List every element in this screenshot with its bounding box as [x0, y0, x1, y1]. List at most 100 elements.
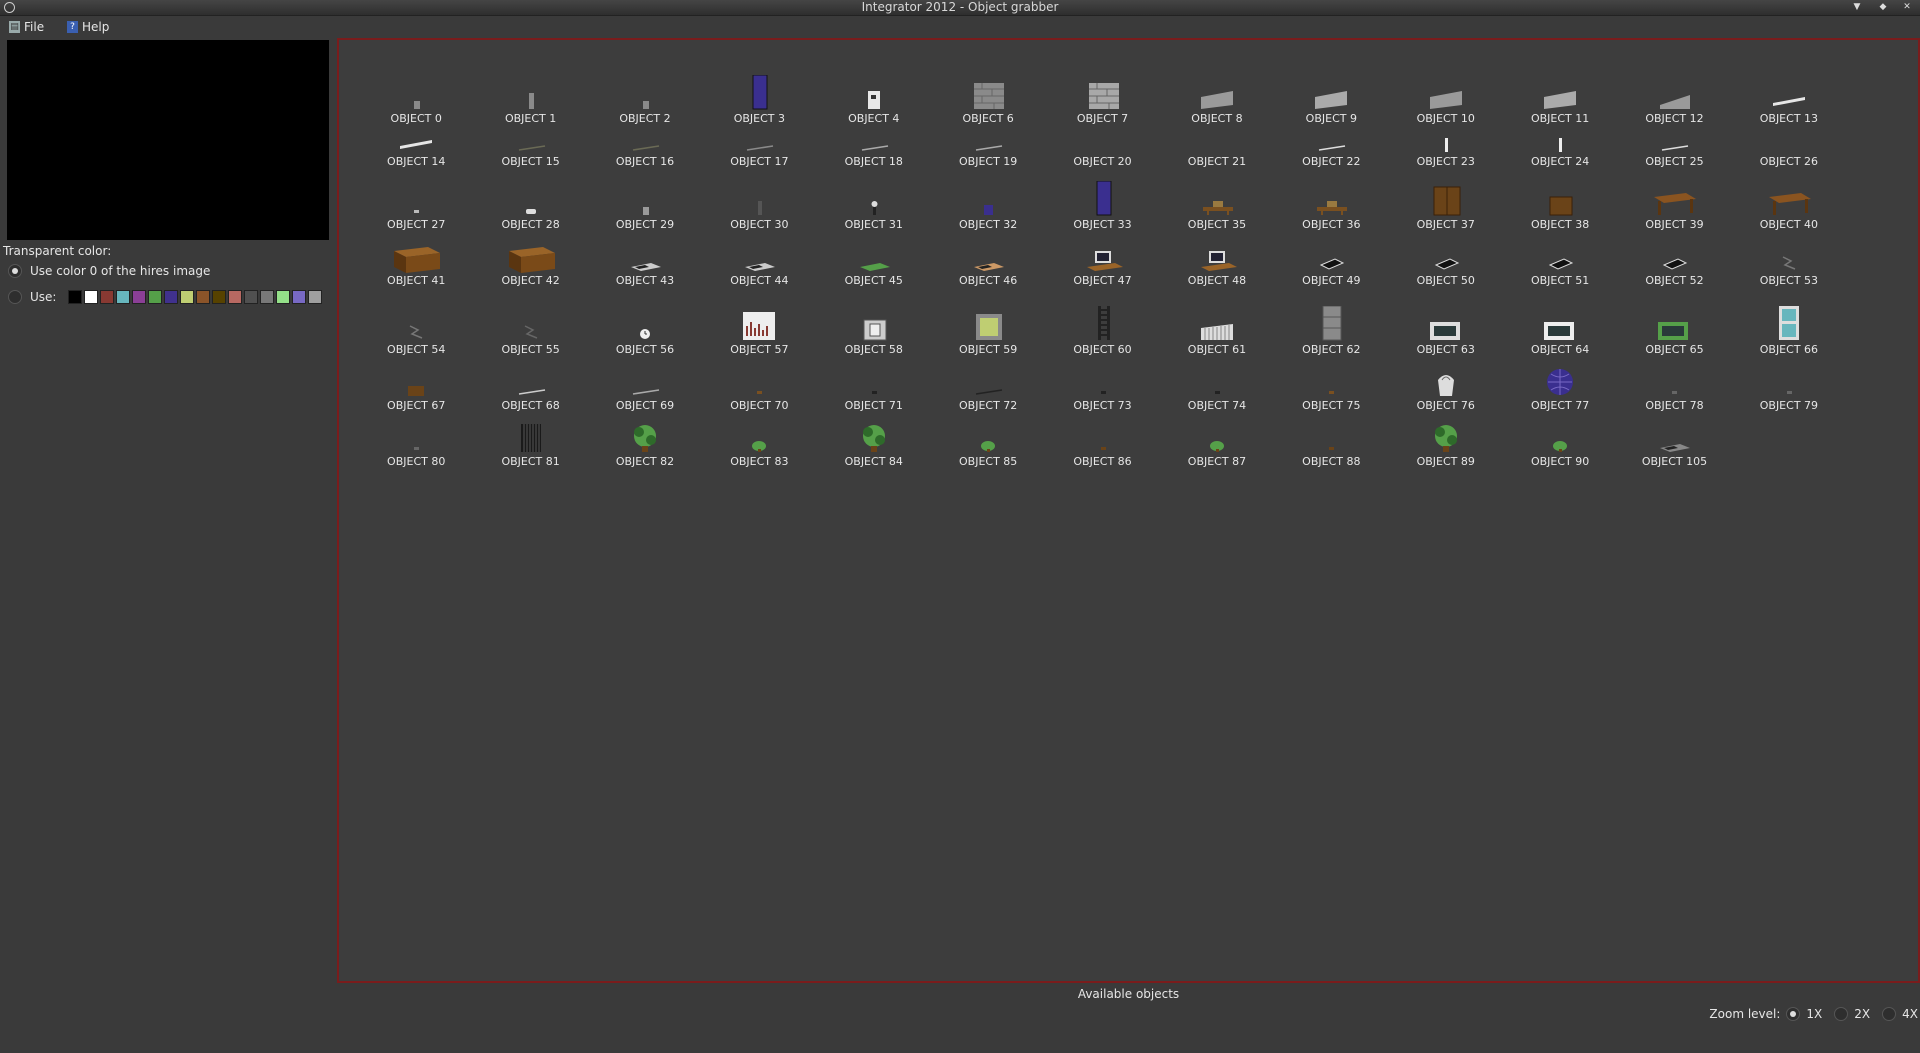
- object-item[interactable]: OBJECT 4: [817, 48, 931, 126]
- object-item[interactable]: OBJECT 44: [702, 232, 816, 288]
- zoom-radio-4x[interactable]: [1882, 1007, 1897, 1021]
- object-item[interactable]: OBJECT 42: [473, 232, 587, 288]
- palette-swatch-7[interactable]: [180, 290, 195, 304]
- object-item[interactable]: OBJECT 37: [1389, 169, 1503, 232]
- zoom-option-1x[interactable]: 1X: [1806, 1007, 1822, 1021]
- palette-swatch-13[interactable]: [276, 290, 291, 304]
- palette-swatch-6[interactable]: [164, 290, 179, 304]
- object-item[interactable]: OBJECT 0: [359, 48, 473, 126]
- object-item[interactable]: OBJECT 54: [359, 288, 473, 357]
- object-item[interactable]: OBJECT 60: [1045, 288, 1159, 357]
- object-item[interactable]: OBJECT 58: [817, 288, 931, 357]
- object-item[interactable]: OBJECT 47: [1045, 232, 1159, 288]
- object-item[interactable]: OBJECT 3: [702, 48, 816, 126]
- object-item[interactable]: OBJECT 105: [1617, 413, 1731, 469]
- object-item[interactable]: OBJECT 16: [588, 126, 702, 169]
- object-item[interactable]: OBJECT 45: [817, 232, 931, 288]
- object-item[interactable]: OBJECT 12: [1617, 48, 1731, 126]
- object-item[interactable]: OBJECT 38: [1503, 169, 1617, 232]
- object-item[interactable]: OBJECT 51: [1503, 232, 1617, 288]
- object-item[interactable]: OBJECT 2: [588, 48, 702, 126]
- object-item[interactable]: OBJECT 90: [1503, 413, 1617, 469]
- object-item[interactable]: OBJECT 76: [1389, 357, 1503, 413]
- object-item[interactable]: OBJECT 6: [931, 48, 1045, 126]
- palette-swatch-5[interactable]: [148, 290, 163, 304]
- object-item[interactable]: OBJECT 48: [1160, 232, 1274, 288]
- palette-swatch-15[interactable]: [308, 290, 323, 304]
- object-item[interactable]: OBJECT 66: [1732, 288, 1846, 357]
- palette-swatch-8[interactable]: [196, 290, 211, 304]
- object-item[interactable]: OBJECT 14: [359, 126, 473, 169]
- object-item[interactable]: OBJECT 10: [1389, 48, 1503, 126]
- object-item[interactable]: OBJECT 59: [931, 288, 1045, 357]
- object-item[interactable]: OBJECT 80: [359, 413, 473, 469]
- object-item[interactable]: OBJECT 24: [1503, 126, 1617, 169]
- object-item[interactable]: OBJECT 8: [1160, 48, 1274, 126]
- object-item[interactable]: OBJECT 17: [702, 126, 816, 169]
- object-item[interactable]: OBJECT 70: [702, 357, 816, 413]
- object-item[interactable]: OBJECT 82: [588, 413, 702, 469]
- object-item[interactable]: OBJECT 13: [1732, 48, 1846, 126]
- object-item[interactable]: OBJECT 46: [931, 232, 1045, 288]
- object-item[interactable]: OBJECT 7: [1045, 48, 1159, 126]
- object-item[interactable]: OBJECT 52: [1617, 232, 1731, 288]
- object-item[interactable]: OBJECT 35: [1160, 169, 1274, 232]
- maximize-icon[interactable]: ◆: [1872, 1, 1894, 13]
- object-item[interactable]: OBJECT 55: [473, 288, 587, 357]
- object-item[interactable]: OBJECT 56: [588, 288, 702, 357]
- transparent-option-hires[interactable]: Use color 0 of the hires image: [8, 264, 210, 278]
- object-item[interactable]: OBJECT 78: [1617, 357, 1731, 413]
- zoom-radio-2x[interactable]: [1834, 1007, 1849, 1021]
- object-item[interactable]: OBJECT 43: [588, 232, 702, 288]
- object-item[interactable]: OBJECT 33: [1045, 169, 1159, 232]
- object-item[interactable]: OBJECT 15: [473, 126, 587, 169]
- object-item[interactable]: OBJECT 77: [1503, 357, 1617, 413]
- object-item[interactable]: OBJECT 79: [1732, 357, 1846, 413]
- object-item[interactable]: OBJECT 89: [1389, 413, 1503, 469]
- object-item[interactable]: OBJECT 83: [702, 413, 816, 469]
- radio-use[interactable]: [8, 290, 22, 304]
- object-item[interactable]: OBJECT 28: [473, 169, 587, 232]
- object-item[interactable]: OBJECT 20: [1045, 126, 1159, 169]
- zoom-option-4x[interactable]: 4X: [1902, 1007, 1918, 1021]
- object-item[interactable]: OBJECT 75: [1274, 357, 1388, 413]
- palette-swatch-12[interactable]: [260, 290, 275, 304]
- object-item[interactable]: OBJECT 71: [817, 357, 931, 413]
- palette-swatch-9[interactable]: [212, 290, 227, 304]
- object-item[interactable]: OBJECT 61: [1160, 288, 1274, 357]
- object-item[interactable]: OBJECT 1: [473, 48, 587, 126]
- palette-swatch-4[interactable]: [132, 290, 147, 304]
- object-item[interactable]: OBJECT 11: [1503, 48, 1617, 126]
- object-item[interactable]: OBJECT 19: [931, 126, 1045, 169]
- object-item[interactable]: OBJECT 73: [1045, 357, 1159, 413]
- object-item[interactable]: OBJECT 69: [588, 357, 702, 413]
- radio-hires[interactable]: [8, 264, 22, 278]
- object-item[interactable]: OBJECT 65: [1617, 288, 1731, 357]
- object-item[interactable]: OBJECT 25: [1617, 126, 1731, 169]
- palette-swatch-3[interactable]: [116, 290, 131, 304]
- object-item[interactable]: OBJECT 72: [931, 357, 1045, 413]
- object-item[interactable]: OBJECT 49: [1274, 232, 1388, 288]
- object-item[interactable]: OBJECT 29: [588, 169, 702, 232]
- object-item[interactable]: OBJECT 30: [702, 169, 816, 232]
- object-item[interactable]: OBJECT 39: [1617, 169, 1731, 232]
- palette-swatch-2[interactable]: [100, 290, 115, 304]
- object-item[interactable]: OBJECT 31: [817, 169, 931, 232]
- object-item[interactable]: OBJECT 41: [359, 232, 473, 288]
- object-item[interactable]: OBJECT 57: [702, 288, 816, 357]
- object-item[interactable]: OBJECT 63: [1389, 288, 1503, 357]
- menu-help[interactable]: ? Help: [67, 19, 109, 35]
- zoom-radio-1x[interactable]: [1786, 1007, 1801, 1021]
- zoom-option-2x[interactable]: 2X: [1854, 1007, 1870, 1021]
- object-item[interactable]: OBJECT 21: [1160, 126, 1274, 169]
- close-icon[interactable]: ✕: [1896, 1, 1918, 13]
- object-item[interactable]: OBJECT 23: [1389, 126, 1503, 169]
- object-item[interactable]: OBJECT 74: [1160, 357, 1274, 413]
- object-item[interactable]: OBJECT 26: [1732, 126, 1846, 169]
- palette-swatch-0[interactable]: [68, 290, 83, 304]
- object-item[interactable]: OBJECT 36: [1274, 169, 1388, 232]
- object-item[interactable]: OBJECT 40: [1732, 169, 1846, 232]
- object-item[interactable]: OBJECT 67: [359, 357, 473, 413]
- menu-file[interactable]: ▤ File: [9, 19, 44, 35]
- object-item[interactable]: OBJECT 68: [473, 357, 587, 413]
